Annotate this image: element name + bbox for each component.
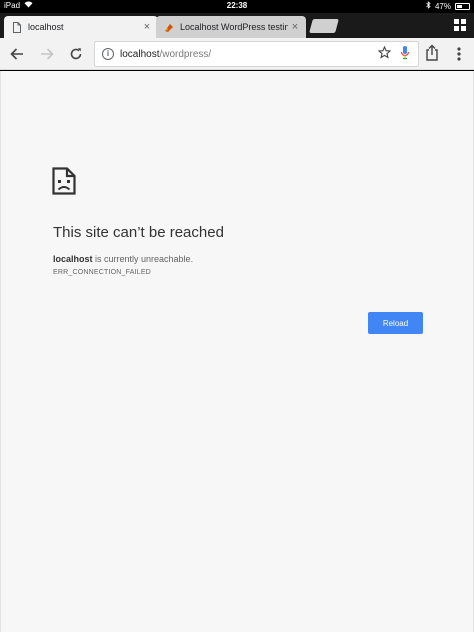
url-host: localhost bbox=[120, 48, 160, 60]
info-icon[interactable]: i bbox=[102, 48, 114, 60]
back-button[interactable] bbox=[7, 44, 27, 64]
close-icon[interactable]: × bbox=[140, 21, 154, 33]
url-path: /wordpress/ bbox=[159, 48, 212, 60]
share-icon bbox=[426, 44, 438, 61]
reload-button[interactable]: Reload bbox=[368, 312, 423, 334]
status-bar: iPad 22:38 47% bbox=[0, 0, 474, 13]
tab-wordpress[interactable]: Localhost WordPress testin × bbox=[156, 16, 306, 38]
status-right: 47% bbox=[426, 1, 470, 11]
error-description: localhost is currently unreachable. bbox=[53, 254, 193, 264]
toolbar: i localhost/wordpress/ bbox=[0, 38, 474, 70]
tab-switcher-icon[interactable] bbox=[454, 19, 466, 31]
error-description-text: is currently unreachable. bbox=[92, 254, 194, 264]
reload-icon bbox=[70, 48, 82, 60]
address-bar[interactable]: i localhost/wordpress/ bbox=[94, 41, 419, 67]
microphone-icon[interactable] bbox=[400, 45, 412, 63]
page-icon bbox=[12, 21, 22, 33]
more-menu-button[interactable] bbox=[452, 46, 466, 64]
forward-button[interactable] bbox=[37, 44, 57, 64]
sad-page-icon bbox=[52, 167, 76, 195]
status-time: 22:38 bbox=[226, 1, 248, 10]
battery-fill bbox=[457, 4, 463, 8]
tab-strip: localhost × Localhost WordPress testin × bbox=[0, 13, 474, 38]
error-code: ERR_CONNECTION_FAILED bbox=[53, 269, 151, 276]
tab-localhost[interactable]: localhost × bbox=[4, 16, 158, 38]
wordpress-favicon-icon bbox=[164, 22, 174, 33]
page-content: This site can’t be reached localhost is … bbox=[0, 71, 474, 632]
error-title: This site can’t be reached bbox=[53, 224, 224, 241]
star-icon[interactable] bbox=[377, 45, 392, 62]
new-tab-button[interactable] bbox=[309, 19, 339, 33]
forward-arrow-icon bbox=[41, 48, 54, 60]
url-text[interactable]: localhost/wordpress/ bbox=[120, 49, 378, 60]
error-host: localhost bbox=[53, 254, 93, 264]
tab-title: Localhost WordPress testin bbox=[180, 22, 288, 32]
reload-toolbar-button[interactable] bbox=[66, 44, 86, 64]
share-button[interactable] bbox=[425, 44, 443, 64]
more-vertical-icon bbox=[457, 47, 461, 61]
close-icon[interactable]: × bbox=[288, 21, 302, 33]
battery-icon bbox=[455, 2, 470, 10]
bluetooth-icon bbox=[426, 1, 431, 11]
back-arrow-icon bbox=[10, 48, 23, 60]
tab-title: localhost bbox=[28, 22, 64, 32]
battery-percent: 47% bbox=[434, 1, 451, 11]
